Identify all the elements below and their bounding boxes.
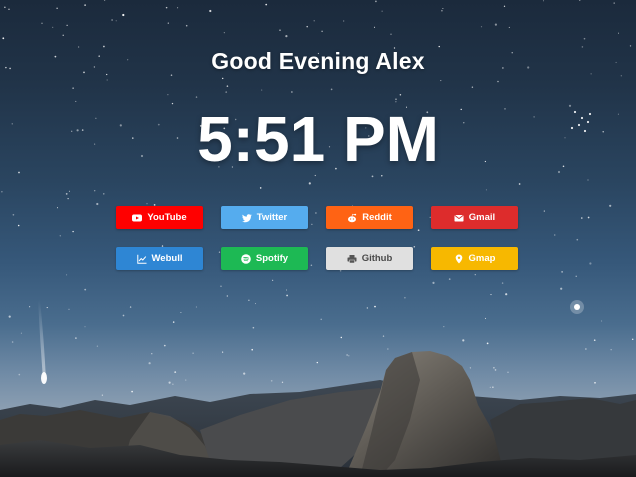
spotify-link[interactable]: Spotify bbox=[221, 247, 308, 270]
reddit-label: Reddit bbox=[362, 212, 392, 223]
spotify-icon bbox=[241, 253, 251, 264]
youtube-link[interactable]: YouTube bbox=[116, 206, 203, 229]
github-label: Github bbox=[361, 253, 393, 264]
mail-icon bbox=[454, 213, 464, 223]
youtube-label: YouTube bbox=[147, 212, 187, 223]
youtube-icon bbox=[132, 213, 143, 223]
gmap-label: Gmap bbox=[468, 253, 496, 264]
greeting-text: Good Evening Alex bbox=[211, 48, 425, 74]
map-pin-icon bbox=[454, 254, 464, 264]
twitter-link[interactable]: Twitter bbox=[221, 206, 308, 229]
printer-icon bbox=[347, 254, 357, 264]
clock-time: 5:51 PM bbox=[197, 103, 439, 175]
twitter-icon bbox=[241, 213, 252, 223]
github-link[interactable]: Github bbox=[326, 247, 413, 270]
twitter-label: Twitter bbox=[256, 212, 288, 223]
gmail-label: Gmail bbox=[468, 212, 496, 223]
webull-link[interactable]: Webull bbox=[116, 247, 203, 270]
spotify-label: Spotify bbox=[255, 253, 289, 264]
webull-label: Webull bbox=[151, 253, 183, 264]
chart-line-icon bbox=[136, 254, 147, 264]
reddit-icon bbox=[347, 213, 357, 223]
gmail-link[interactable]: Gmail bbox=[431, 206, 518, 229]
reddit-link[interactable]: Reddit bbox=[326, 206, 413, 229]
gmap-link[interactable]: Gmap bbox=[431, 247, 518, 270]
quick-links: YouTube Twitter Reddit Gmail Webull Spot… bbox=[116, 206, 519, 270]
